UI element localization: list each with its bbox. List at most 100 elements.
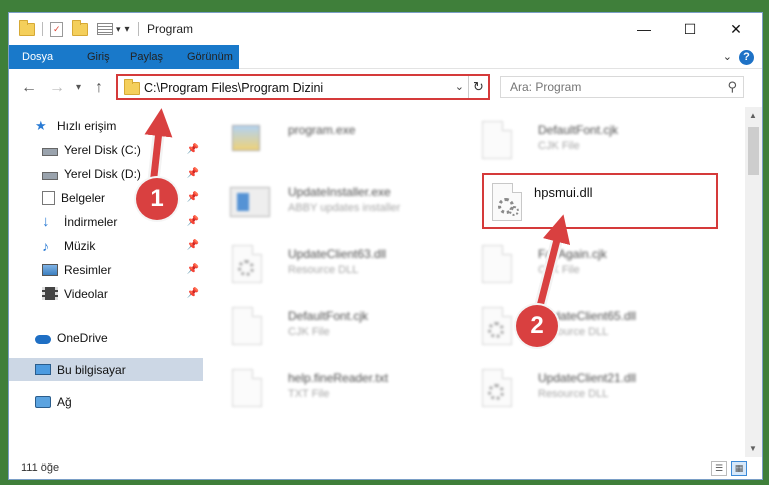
- pin-icon[interactable]: 📌: [187, 288, 199, 299]
- file-name: UpdateClient63.dll: [288, 247, 387, 261]
- download-icon: ↓: [42, 212, 50, 230]
- file-icon-wrapper: [482, 245, 516, 285]
- tab-share[interactable]: Paylaş: [130, 45, 163, 69]
- chevron-down-icon[interactable]: ▾: [116, 24, 121, 35]
- file-icon-wrapper: [232, 245, 266, 285]
- file-type: ABBY updates installer: [288, 202, 401, 214]
- address-path[interactable]: C:\Program Files\Program Dizini: [144, 81, 323, 95]
- navigation-pane: ★ Hızlı erişim Yerel Disk (C:) 📌 Yerel D…: [9, 107, 209, 447]
- search-input[interactable]: [501, 77, 711, 97]
- title-bar: ✓ ▾ ▾ Program — ☐ ✕: [9, 13, 762, 45]
- file-item[interactable]: FaxAgain.cjk CJK File: [464, 237, 694, 291]
- large-icons-view-icon[interactable]: ▦: [731, 461, 747, 476]
- file-type: CJK File: [288, 326, 330, 338]
- file-name: FaxAgain.cjk: [538, 247, 607, 261]
- selected-file-highlight: [482, 173, 718, 229]
- customize-toolbar-icon[interactable]: [97, 23, 113, 35]
- help-button[interactable]: ?: [739, 50, 754, 65]
- folder-icon[interactable]: [19, 19, 35, 36]
- pin-icon[interactable]: 📌: [187, 192, 199, 203]
- sidebar-item-videos[interactable]: Videolar 📌: [9, 282, 203, 305]
- pin-icon[interactable]: 📌: [187, 168, 199, 179]
- dll-file-icon: [482, 369, 512, 407]
- installer-icon: [230, 187, 270, 217]
- file-name: DefaultFont.cjk: [538, 123, 619, 137]
- file-icon-wrapper: [482, 307, 516, 347]
- pin-icon[interactable]: 📌: [187, 264, 199, 275]
- details-view-icon[interactable]: ☰: [711, 461, 727, 476]
- pin-icon[interactable]: 📌: [187, 216, 199, 227]
- file-item[interactable]: UpdateClient65.dll Resource DLL: [464, 299, 694, 353]
- sidebar-item-label: Yerel Disk (C:): [64, 142, 141, 157]
- file-type: Resource DLL: [538, 388, 609, 400]
- file-name: program.exe: [288, 123, 356, 137]
- file-name: UpdateClient21.dll: [538, 371, 637, 385]
- pin-icon[interactable]: 📌: [187, 144, 199, 155]
- exe-file-icon: [232, 125, 260, 151]
- sidebar-item-label: Yerel Disk (D:): [64, 166, 141, 181]
- sidebar-item-music[interactable]: ♪ Müzik 📌: [9, 234, 203, 257]
- sidebar-item-this-pc[interactable]: Bu bilgisayar: [9, 358, 203, 381]
- sidebar-item-network[interactable]: Ağ: [9, 390, 203, 413]
- scroll-down-icon[interactable]: ▼: [749, 444, 757, 453]
- sidebar-item-label: Müzik: [64, 238, 96, 253]
- vertical-scrollbar[interactable]: ▲ ▼: [745, 107, 762, 457]
- close-button[interactable]: ✕: [713, 13, 759, 45]
- file-icon-wrapper: [232, 369, 266, 409]
- file-item[interactable]: UpdateClient63.dll Resource DLL: [214, 237, 444, 291]
- file-item[interactable]: UpdateInstaller.exe ABBY updates install…: [214, 175, 444, 229]
- back-button[interactable]: ←: [21, 79, 37, 97]
- pin-icon[interactable]: 📌: [187, 240, 199, 251]
- up-button[interactable]: ↑: [95, 79, 103, 97]
- file-item[interactable]: help.fineReader.txt TXT File: [214, 361, 444, 415]
- scroll-up-icon[interactable]: ▲: [749, 111, 757, 120]
- search-icon[interactable]: ⚲: [727, 79, 737, 95]
- sidebar-item-onedrive[interactable]: OneDrive: [9, 326, 203, 349]
- file-item[interactable]: DefaultFont.cjk CJK File: [464, 113, 694, 167]
- tab-view[interactable]: Görünüm: [187, 45, 233, 69]
- properties-icon[interactable]: ✓: [50, 21, 63, 37]
- expand-ribbon-icon[interactable]: ⌄: [723, 50, 732, 63]
- tab-home[interactable]: Giriş: [87, 45, 110, 69]
- recent-locations-button[interactable]: ▾: [76, 82, 81, 93]
- window-title: Program: [147, 22, 194, 36]
- star-icon: ★: [35, 117, 47, 133]
- file-item[interactable]: DefaultFont.cjk CJK File: [214, 299, 444, 353]
- item-count: 111 öğe: [21, 462, 60, 474]
- drive-icon: [42, 147, 58, 156]
- network-icon: [35, 395, 51, 408]
- sidebar-item-label: OneDrive: [57, 330, 108, 345]
- forward-button[interactable]: →: [49, 79, 65, 97]
- sidebar-item-pictures[interactable]: Resimler 📌: [9, 258, 203, 281]
- sidebar-item-disk-d[interactable]: Yerel Disk (D:) 📌: [9, 162, 203, 185]
- sidebar-item-disk-c[interactable]: Yerel Disk (C:) 📌: [9, 138, 203, 161]
- file-name: help.fineReader.txt: [288, 371, 389, 385]
- gear-icon: [488, 384, 504, 400]
- dll-file-icon: [232, 245, 262, 283]
- text-file-icon: [232, 369, 262, 407]
- status-bar: 111 öğe ☰ ▦: [9, 457, 762, 479]
- file-name: DefaultFont.cjk: [288, 309, 369, 323]
- file-name: UpdateInstaller.exe: [288, 185, 391, 199]
- document-icon: [42, 190, 55, 205]
- file-item[interactable]: program.exe: [214, 113, 444, 167]
- refresh-button[interactable]: ↻: [468, 76, 488, 98]
- sidebar-item-quick-access[interactable]: ★ Hızlı erişim: [9, 114, 203, 137]
- maximize-button[interactable]: ☐: [667, 13, 713, 45]
- chevron-down-icon[interactable]: ⌄: [455, 80, 464, 93]
- sidebar-item-label: Videolar: [64, 286, 108, 301]
- sidebar-item-downloads[interactable]: ↓ İndirmeler 📌: [9, 210, 203, 233]
- sidebar-item-label: Hızlı erişim: [57, 118, 117, 133]
- dll-file-icon: [482, 307, 512, 345]
- file-explorer-window: ✓ ▾ ▾ Program — ☐ ✕ Dosya Giriş Paylaş G…: [8, 12, 763, 480]
- address-bar[interactable]: C:\Program Files\Program Dizini ⌄ ↻: [116, 74, 490, 100]
- qat-dropdown-icon[interactable]: ▾: [125, 24, 130, 35]
- file-item[interactable]: UpdateClient21.dll Resource DLL: [464, 361, 694, 415]
- file-icon: [482, 245, 512, 283]
- quick-access-toolbar: ✓ ▾ ▾: [19, 19, 139, 38]
- minimize-button[interactable]: —: [621, 13, 667, 45]
- search-box[interactable]: ⚲: [500, 76, 744, 98]
- file-icon-wrapper: [482, 121, 516, 161]
- new-folder-icon[interactable]: [72, 19, 88, 36]
- scroll-thumb[interactable]: [748, 127, 759, 175]
